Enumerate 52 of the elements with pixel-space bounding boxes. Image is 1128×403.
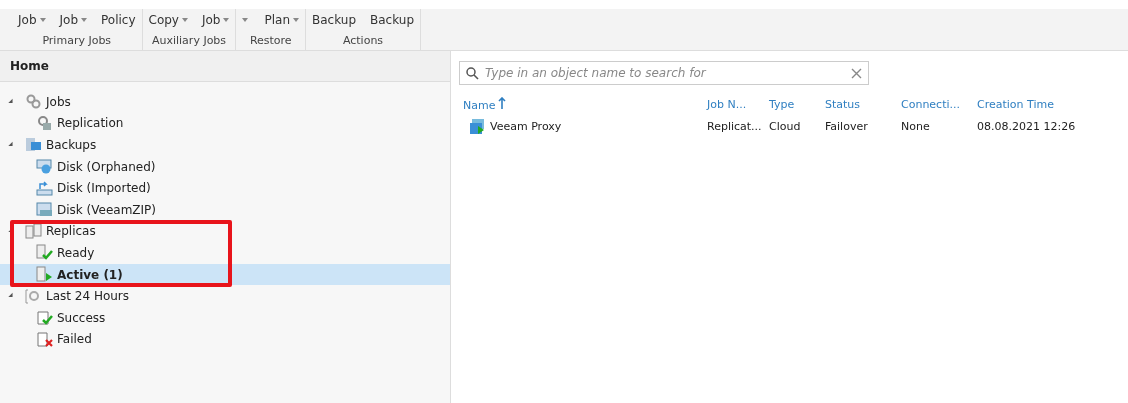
- panel-title: Home: [0, 51, 450, 82]
- ribbon-button[interactable]: Backup: [312, 13, 356, 27]
- tree-item[interactable]: Ready: [57, 245, 95, 260]
- check-replica-icon: [36, 244, 53, 262]
- table-cell-text: Cloud: [768, 119, 802, 135]
- ribbon-button[interactable]: Backup: [370, 13, 414, 27]
- tree-item[interactable]: Jobs: [46, 94, 71, 109]
- ribbon-button[interactable]: Job: [18, 13, 46, 27]
- column-header[interactable]: Status: [821, 93, 897, 115]
- ribbon-button[interactable]: Copy: [148, 13, 188, 27]
- tree-item[interactable]: Failed: [57, 332, 92, 347]
- table-cell-text: Failover: [824, 119, 869, 135]
- tree-item[interactable]: Success: [57, 310, 106, 325]
- table-cell-text: None: [900, 119, 931, 135]
- column-header[interactable]: Job N...: [703, 93, 765, 115]
- expand-arrow-icon[interactable]: [8, 292, 15, 300]
- ribbon-button[interactable]: Job: [59, 13, 87, 27]
- cross-document-icon: [36, 330, 53, 348]
- tree-item[interactable]: Backups: [46, 138, 97, 152]
- column-header[interactable]: Type: [765, 93, 821, 115]
- play-replica-icon: [36, 266, 53, 284]
- group-label: Auxiliary Jobs: [151, 34, 227, 47]
- column-header[interactable]: Connecti...: [897, 93, 973, 115]
- tree-item[interactable]: Last 24 Hours: [46, 289, 130, 304]
- column-header[interactable]: Creation Time: [973, 93, 1078, 115]
- search-field[interactable]: Type in an object name to search for: [459, 61, 869, 85]
- table-cell-text: Replicat...: [706, 119, 763, 135]
- group-label: Primary Jobs: [42, 34, 112, 47]
- expand-arrow-icon[interactable]: [8, 98, 15, 105]
- tree-item[interactable]: Replication: [57, 116, 124, 131]
- expand-arrow-icon[interactable]: [8, 141, 15, 149]
- close-icon[interactable]: [851, 67, 862, 79]
- tree-item[interactable]: Disk (VeeamZIP): [57, 202, 157, 217]
- column-header[interactable]: Name: [459, 93, 703, 115]
- search-icon: [466, 66, 479, 80]
- ribbon-button[interactable]: Policy: [101, 13, 136, 27]
- tree-item[interactable]: Disk (Imported): [57, 181, 151, 196]
- ribbon-button[interactable]: Plan: [264, 13, 299, 27]
- tree-item[interactable]: Replicas: [46, 224, 96, 239]
- tree-item[interactable]: Active (1): [57, 267, 123, 282]
- import-arrow-icon: [36, 179, 53, 197]
- backup-icon: [25, 136, 42, 154]
- vm-icon: [469, 118, 486, 135]
- replica-icon: [25, 222, 42, 240]
- check-document-icon: [36, 309, 53, 327]
- table-cell: Veeam Proxy: [490, 120, 562, 133]
- group-label: Actions: [342, 34, 384, 47]
- table-cell-text: 08.08.2021 12:26: [976, 119, 1077, 135]
- search-input[interactable]: Type in an object name to search for: [485, 66, 845, 80]
- tree-item[interactable]: Disk (Orphaned): [57, 159, 156, 174]
- ribbon-button[interactable]: Job: [202, 13, 230, 27]
- group-label: Restore: [249, 34, 292, 47]
